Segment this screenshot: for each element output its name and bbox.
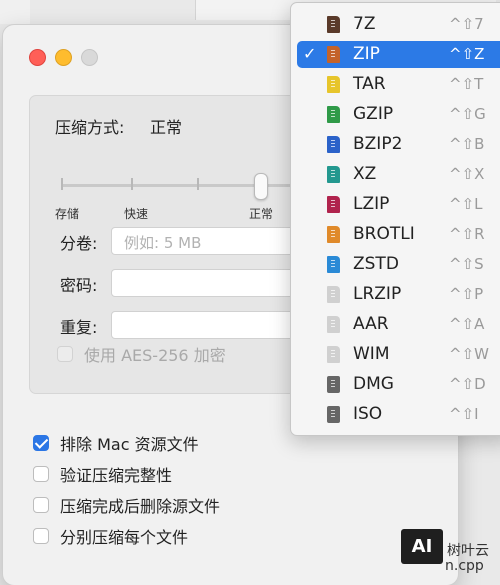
shortcut-label: ^⇧X [449,165,485,183]
menu-item-xz[interactable]: XZ ^⇧X [297,161,500,188]
menu-item-label: 7Z [353,14,376,34]
archive-icon [327,286,340,303]
menu-item-label: LRZIP [353,284,402,304]
level-label-fast: 快速 [124,207,149,221]
menu-item-dmg[interactable]: DMG ^⇧D [297,371,500,398]
shortcut-label: ^⇧S [449,255,484,273]
menu-item-zstd[interactable]: ZSTD ^⇧S [297,251,500,278]
option-checkbox[interactable] [33,497,49,513]
archive-icon [327,226,340,243]
menu-item-label: ISO [353,404,383,424]
password-label: 密码: [60,276,98,295]
watermark-logo: AI [401,529,443,564]
menu-item-bzip2[interactable]: BZIP2 ^⇧B [297,131,500,158]
option-checkbox[interactable] [33,435,49,451]
shortcut-label: ^⇧B [449,135,485,153]
menu-item-label: AAR [353,314,389,334]
archive-icon [327,76,340,93]
option-label: 排除 Mac 资源文件 [60,435,199,454]
watermark-url: n.cpp [445,558,484,574]
menu-item-label: ZSTD [353,254,399,274]
shortcut-label: ^⇧I [449,405,479,423]
menu-item-label: BROTLI [353,224,415,244]
password-field[interactable] [111,269,303,297]
menu-item-lrzip[interactable]: LRZIP ^⇧P [297,281,500,308]
level-label-normal: 正常 [249,207,274,221]
slider-tick [61,178,63,190]
minimize-button[interactable] [55,49,72,66]
option-label: 验证压缩完整性 [60,466,173,485]
menu-item-zip[interactable]: ✓ ZIP ^⇧Z [297,41,500,68]
shortcut-label: ^⇧A [449,315,485,333]
shortcut-label: ^⇧W [449,345,489,363]
aes-label: 使用 AES-256 加密 [84,346,226,365]
menu-item-7z[interactable]: 7Z ^⇧7 [297,11,500,38]
menu-item-brotli[interactable]: BROTLI ^⇧R [297,221,500,248]
menu-item-label: DMG [353,374,394,394]
level-label-store: 存储 [55,207,80,221]
format-menu: 7Z ^⇧7 ✓ ZIP ^⇧Z TAR ^⇧T GZIP ^⇧G BZIP2 ^⇧B XZ ^⇧X LZ… [290,2,500,436]
archive-icon [327,16,340,33]
menu-item-label: ZIP [353,44,380,64]
compression-value: 正常 [150,118,183,137]
shortcut-label: ^⇧Z [449,45,485,63]
menu-item-lzip[interactable]: LZIP ^⇧L [297,191,500,218]
menu-item-aar[interactable]: AAR ^⇧A [297,311,500,338]
menu-item-gzip[interactable]: GZIP ^⇧G [297,101,500,128]
zoom-button[interactable] [81,49,98,66]
slider-tick [197,178,199,190]
option-label: 压缩完成后删除源文件 [60,497,221,516]
slider-tick [131,178,133,190]
compression-slider-knob[interactable] [254,173,268,200]
aes-checkbox[interactable] [57,346,73,362]
repeat-password-field[interactable] [111,311,303,339]
shortcut-label: ^⇧L [449,195,483,213]
archive-icon [327,136,340,153]
repeat-label: 重复: [60,318,98,337]
split-placeholder: 例如: 5 MB [124,234,202,252]
menu-item-iso[interactable]: ISO ^⇧I [297,401,500,428]
archive-icon [327,346,340,363]
watermark-name: 树叶云 [447,543,489,559]
checkmark-icon: ✓ [303,44,317,63]
menu-item-label: TAR [353,74,386,94]
close-button[interactable] [29,49,46,66]
archive-icon [327,166,340,183]
menu-item-label: XZ [353,164,377,184]
shortcut-label: ^⇧7 [449,15,484,33]
disk-image-icon [327,406,340,423]
archive-icon [327,106,340,123]
archive-icon [327,46,340,63]
archive-icon [327,256,340,273]
split-input[interactable]: 例如: 5 MB [111,227,303,255]
shortcut-label: ^⇧D [449,375,486,393]
compression-label: 压缩方式: [55,118,125,137]
option-checkbox[interactable] [33,528,49,544]
menu-item-label: BZIP2 [353,134,403,154]
shortcut-label: ^⇧P [449,285,484,303]
archive-icon [327,316,340,333]
split-label: 分卷: [60,234,98,253]
menu-item-label: WIM [353,344,390,364]
menu-item-wim[interactable]: WIM ^⇧W [297,341,500,368]
disk-image-icon [327,376,340,393]
option-label: 分别压缩每个文件 [60,528,189,547]
background-window-corner [0,0,30,24]
shortcut-label: ^⇧G [449,105,486,123]
option-checkbox[interactable] [33,466,49,482]
menu-item-label: LZIP [353,194,390,214]
archive-icon [327,196,340,213]
shortcut-label: ^⇧R [449,225,485,243]
menu-item-tar[interactable]: TAR ^⇧T [297,71,500,98]
menu-item-label: GZIP [353,104,394,124]
shortcut-label: ^⇧T [449,75,484,93]
